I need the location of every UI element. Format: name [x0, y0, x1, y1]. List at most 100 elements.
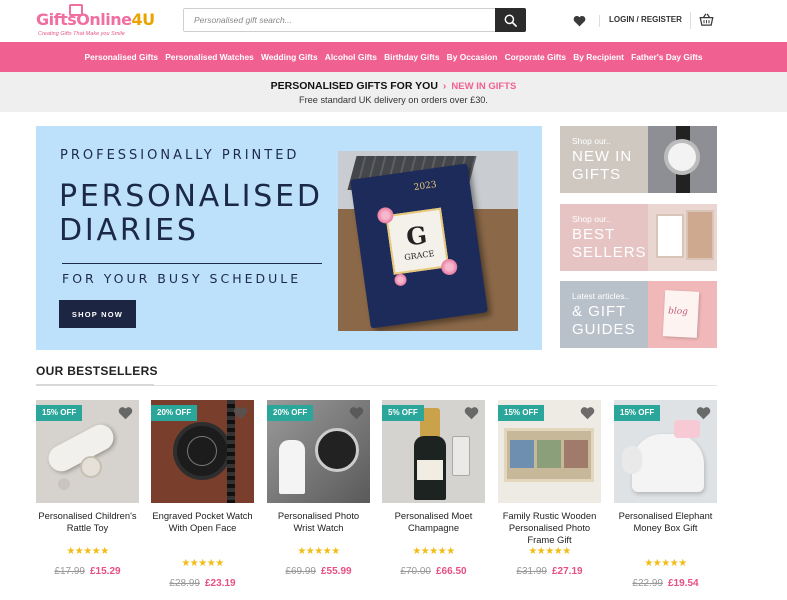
hero-title-line2: DIARIES	[59, 213, 199, 248]
product-rating: ★★★★★	[66, 546, 109, 557]
hero-subtitle: FOR YOUR BUSY SCHEDULE	[62, 271, 302, 286]
bestsellers-grid: 15% OFF Personalised Children's Rattle T…	[36, 400, 717, 600]
product-name[interactable]: Personalised Children's Rattle Toy	[36, 510, 139, 534]
sale-price: £15.29	[90, 566, 121, 577]
wishlist-heart-icon	[233, 407, 248, 420]
discount-badge: 5% OFF	[382, 405, 424, 421]
search-button[interactable]	[495, 8, 526, 32]
wishlist-button[interactable]	[233, 406, 248, 425]
chevron-right-icon: ›	[442, 80, 447, 92]
diary-monogram-frame: G GRACE	[385, 207, 450, 275]
logo-wordmark: GiftsOnline4U	[36, 10, 155, 29]
hero-title-line1: PERSONALISED	[59, 179, 323, 214]
hero-diary-photo: 2023 G GRACE	[338, 151, 518, 331]
discount-badge: 15% OFF	[36, 405, 83, 421]
nav-item-alcohol-gifts[interactable]: Alcohol Gifts	[321, 52, 380, 62]
search-input[interactable]	[184, 9, 496, 31]
flower-decoration	[440, 257, 459, 277]
side-promo-title: BEST SELLERS	[572, 226, 647, 261]
wishlist-button[interactable]	[118, 406, 133, 425]
product-name[interactable]: Engraved Pocket Watch With Open Face	[151, 510, 254, 534]
nav-item-by-recipient[interactable]: By Recipient	[570, 52, 628, 62]
wishlist-button[interactable]	[464, 406, 479, 425]
wishlist-button[interactable]	[696, 406, 711, 425]
heart-icon	[573, 15, 586, 27]
nav-item-birthday-gifts[interactable]: Birthday Gifts	[381, 52, 444, 62]
nav-item-personalised-gifts[interactable]: Personalised Gifts	[81, 52, 162, 62]
promo-banner: PERSONALISED GIFTS FOR YOU › NEW IN GIFTS …	[0, 72, 787, 112]
side-promo-kicker: Latest articles..	[572, 291, 630, 301]
nav-item-personalised-watches[interactable]: Personalised Watches	[162, 52, 258, 62]
nav-item-corporate-gifts[interactable]: Corporate Gifts	[501, 52, 570, 62]
search-icon	[504, 14, 517, 27]
side-promo-kicker: Shop our..	[572, 214, 611, 224]
side-promo-gift-guides[interactable]: Latest articles.. & GIFT GUIDES blog	[560, 281, 717, 348]
side-promo-title: & GIFT GUIDES	[572, 303, 636, 338]
product-price: £31.99 £27.19	[498, 566, 601, 577]
original-price: £69.99	[285, 566, 316, 577]
product-price: £69.99 £55.99	[267, 566, 370, 577]
wishlist-heart-icon	[118, 407, 133, 420]
section-divider-accent	[36, 384, 154, 386]
product-price: £22.99 £19.54	[614, 578, 717, 589]
hero-divider	[62, 263, 322, 264]
product-price: £17.99 £15.29	[36, 566, 139, 577]
delivery-notice: Free standard UK delivery on orders over…	[299, 95, 488, 105]
product-rating: ★★★★★	[528, 546, 571, 557]
site-header: GiftsOnline4U Creating Gifts That Make y…	[0, 0, 787, 42]
product-name[interactable]: Family Rustic Wooden Personalised Photo …	[498, 510, 601, 546]
product-card[interactable]: 20% OFF Engraved Pocket Watch With Open …	[151, 400, 254, 600]
hero-eyebrow: PROFESSIONALLY PRINTED	[60, 148, 300, 163]
discount-badge: 15% OFF	[614, 405, 661, 421]
new-in-gifts-link[interactable]: NEW IN GIFTS	[451, 81, 516, 92]
sale-price: £27.19	[552, 566, 583, 577]
site-logo[interactable]: GiftsOnline4U Creating Gifts That Make y…	[36, 4, 155, 38]
product-rating: ★★★★★	[297, 546, 340, 557]
wishlist-button[interactable]	[349, 406, 364, 425]
product-name[interactable]: Personalised Elephant Money Box Gift	[614, 510, 717, 534]
wishlist-link[interactable]	[573, 14, 586, 32]
product-card[interactable]: 20% OFF Personalised Photo Wrist Watch ★…	[267, 400, 370, 600]
product-card[interactable]: 15% OFF Family Rustic Wooden Personalise…	[498, 400, 601, 600]
side-promo-new-in[interactable]: Shop our.. NEW IN GIFTS	[560, 126, 717, 193]
flower-decoration	[393, 273, 408, 287]
wishlist-button[interactable]	[580, 406, 595, 425]
discount-badge: 15% OFF	[498, 405, 545, 421]
product-price: £28.99 £23.19	[151, 578, 254, 589]
original-price: £17.99	[54, 566, 85, 577]
product-card[interactable]: 5% OFF Personalised Moet Champagne ★★★★★…	[382, 400, 485, 600]
nav-item-by-occasion[interactable]: By Occasion	[443, 52, 501, 62]
diary-year: 2023	[413, 180, 438, 194]
nav-item-wedding-gifts[interactable]: Wedding Gifts	[257, 52, 321, 62]
sale-price: £19.54	[668, 578, 699, 589]
nav-item-fathers-day-gifts[interactable]: Father's Day Gifts	[628, 52, 707, 62]
side-promo-title: NEW IN GIFTS	[572, 148, 633, 183]
basket-link[interactable]	[690, 12, 714, 29]
discount-badge: 20% OFF	[267, 405, 314, 421]
product-price: £70.00 £66.50	[382, 566, 485, 577]
original-price: £28.99	[169, 578, 200, 589]
wishlist-heart-icon	[580, 407, 595, 420]
wishlist-heart-icon	[696, 407, 711, 420]
blog-card-image: blog	[648, 281, 717, 348]
product-name[interactable]: Personalised Moet Champagne	[382, 510, 485, 534]
product-card[interactable]: 15% OFF Personalised Children's Rattle T…	[36, 400, 139, 600]
product-rating: ★★★★★	[644, 558, 687, 569]
product-name[interactable]: Personalised Photo Wrist Watch	[267, 510, 370, 534]
photo-frames-image	[648, 204, 717, 271]
original-price: £70.00	[400, 566, 431, 577]
sale-price: £23.19	[205, 578, 236, 589]
side-promo-kicker: Shop our..	[572, 136, 611, 146]
login-register-link[interactable]: LOGIN / REGISTER	[599, 15, 682, 27]
product-card[interactable]: 15% OFF Personalised Elephant Money Box …	[614, 400, 717, 600]
sale-price: £66.50	[436, 566, 467, 577]
diary-image: 2023 G GRACE	[350, 163, 488, 329]
hero-banner[interactable]: PROFESSIONALLY PRINTED PERSONALISED DIAR…	[36, 126, 542, 350]
sale-price: £55.99	[321, 566, 352, 577]
shop-now-button[interactable]: SHOP NOW	[59, 300, 136, 328]
basket-icon	[699, 13, 714, 26]
hero-title: PERSONALISED DIARIES	[59, 180, 323, 248]
logo-tagline: Creating Gifts That Make you Smile	[38, 31, 125, 37]
side-promo-best-sellers[interactable]: Shop our.. BEST SELLERS	[560, 204, 717, 271]
original-price: £22.99	[632, 578, 663, 589]
